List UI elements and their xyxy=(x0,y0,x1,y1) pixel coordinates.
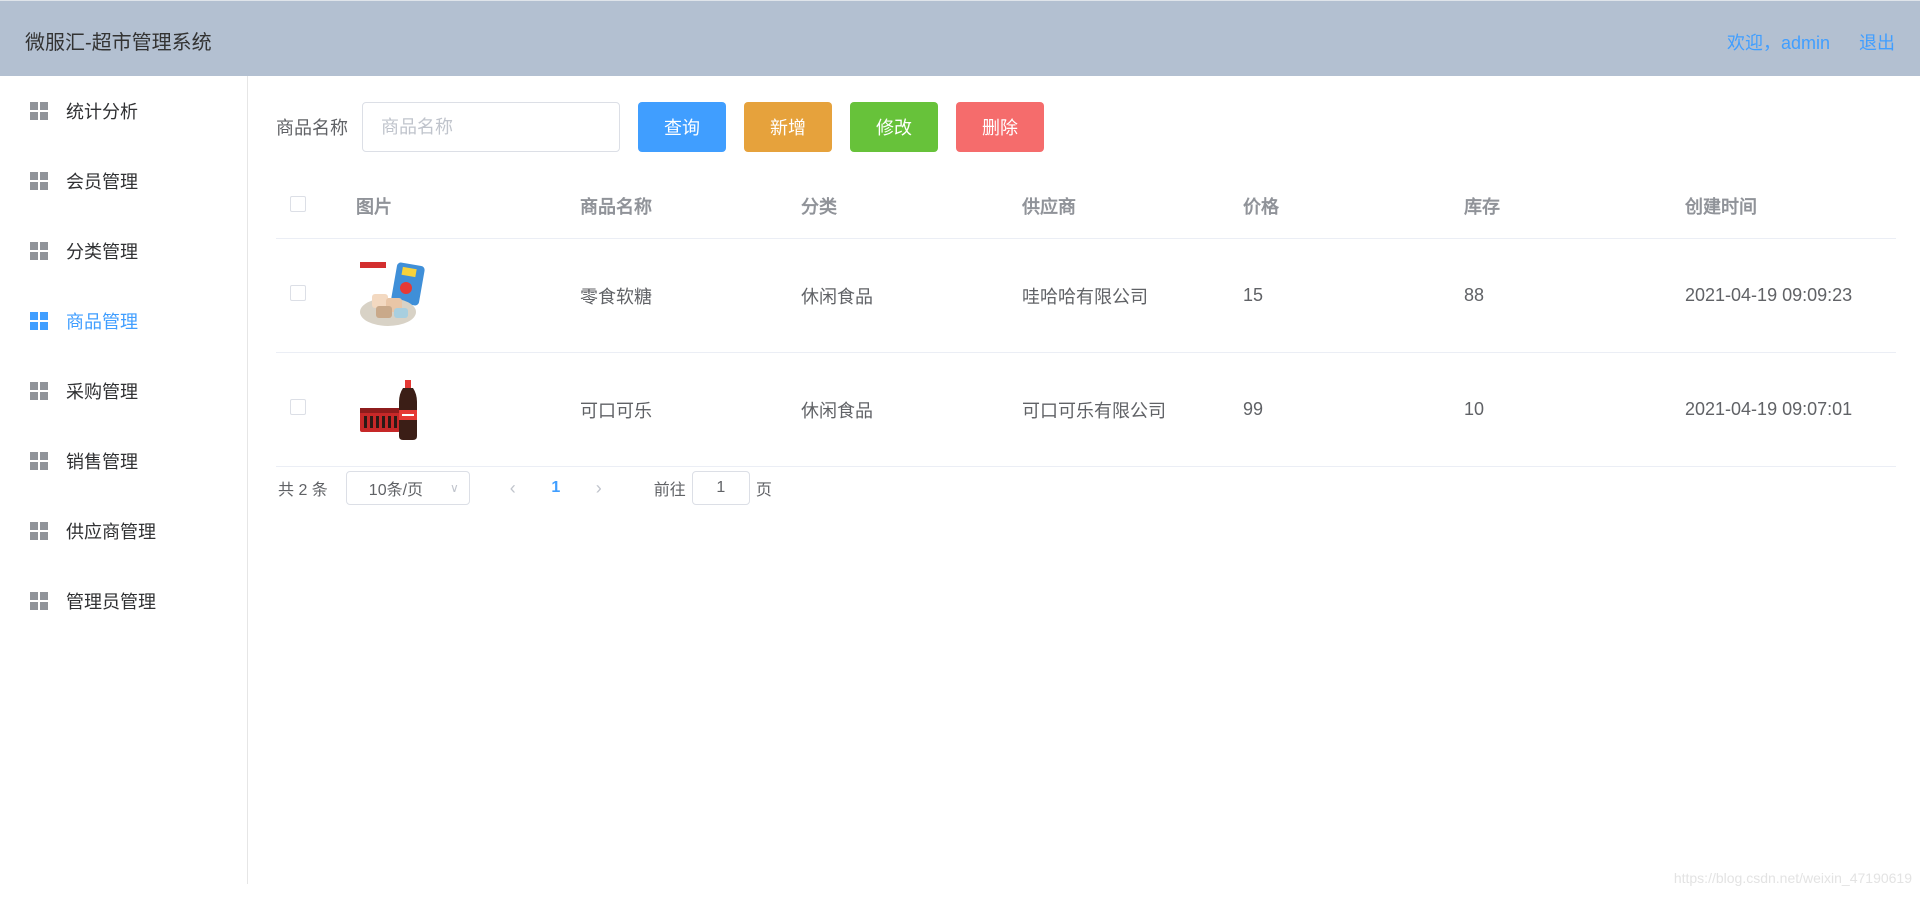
grid-icon xyxy=(30,382,48,400)
grid-icon xyxy=(30,452,48,470)
candy-product-image xyxy=(360,261,425,326)
table-row[interactable]: 可口可乐 休闲食品 可口可乐有限公司 99 10 2021-04-19 09:0… xyxy=(276,353,1896,467)
prev-page-icon[interactable]: ‹ xyxy=(494,478,532,499)
grid-icon xyxy=(30,242,48,260)
sidebar-item-label: 供应商管理 xyxy=(66,522,156,542)
sidebar-item-label: 销售管理 xyxy=(66,452,138,472)
page-size-select[interactable]: 10条/页 ∨ xyxy=(345,471,470,505)
product-created-time: 2021-04-19 09:07:01 xyxy=(1685,399,1853,419)
column-header-stock[interactable]: 库存 xyxy=(1464,193,1685,219)
row-checkbox[interactable] xyxy=(290,285,306,301)
page-number-current[interactable]: 1 xyxy=(532,479,580,497)
grid-icon xyxy=(30,592,48,610)
app-title: 微服汇-超市管理系统 xyxy=(25,32,212,54)
column-header-name[interactable]: 商品名称 xyxy=(580,193,801,219)
add-button[interactable]: 新增 xyxy=(744,102,832,152)
product-category: 休闲食品 xyxy=(801,400,873,421)
pagination: 共 2 条 10条/页 ∨ ‹ 1 › 前往 页 xyxy=(278,470,772,506)
product-table: 图片 商品名称 分类 供应商 价格 库存 创建时间 零食软糖 休闲食品 哇哈哈有… xyxy=(276,174,1896,467)
column-header-created[interactable]: 创建时间 xyxy=(1685,193,1896,219)
sidebar-item-statistics[interactable]: 统计分析 xyxy=(0,76,247,146)
sidebar-item-categories[interactable]: 分类管理 xyxy=(0,216,247,286)
welcome-text: 欢迎，admin xyxy=(1726,33,1830,53)
table-row[interactable]: 零食软糖 休闲食品 哇哈哈有限公司 15 88 2021-04-19 09:09… xyxy=(276,239,1896,353)
next-page-icon[interactable]: › xyxy=(580,478,618,499)
grid-icon xyxy=(30,312,48,330)
chevron-down-icon: ∨ xyxy=(450,481,459,495)
edit-button[interactable]: 修改 xyxy=(850,102,938,152)
sidebar-item-label: 采购管理 xyxy=(66,382,138,402)
product-name: 零食软糖 xyxy=(580,286,652,307)
sidebar-item-purchases[interactable]: 采购管理 xyxy=(0,356,247,426)
product-stock: 10 xyxy=(1464,399,1485,419)
sidebar-item-members[interactable]: 会员管理 xyxy=(0,146,247,216)
delete-button[interactable]: 删除 xyxy=(956,102,1044,152)
query-button[interactable]: 查询 xyxy=(638,102,726,152)
pagination-total: 共 2 条 xyxy=(278,482,328,499)
app-header: 微服汇-超市管理系统 欢迎，admin 退出 xyxy=(0,0,1920,76)
product-name-search-input[interactable] xyxy=(362,102,620,152)
sidebar: 统计分析 会员管理 分类管理 商品管理 采购管理 销售管理 供应商管理 管理员管… xyxy=(0,76,248,884)
sidebar-item-products[interactable]: 商品管理 xyxy=(0,286,247,356)
sidebar-item-label: 统计分析 xyxy=(66,102,138,122)
goto-prefix: 前往 xyxy=(653,482,686,499)
sidebar-item-label: 商品管理 xyxy=(66,312,138,332)
product-created-time: 2021-04-19 09:09:23 xyxy=(1685,285,1853,305)
goto-page: 前往 页 xyxy=(654,471,772,505)
product-price: 15 xyxy=(1243,285,1264,305)
select-all-cell xyxy=(276,195,356,217)
column-header-image[interactable]: 图片 xyxy=(356,193,580,219)
table-header-row: 图片 商品名称 分类 供应商 价格 库存 创建时间 xyxy=(276,174,1896,239)
row-checkbox[interactable] xyxy=(290,399,306,415)
watermark: https://blog.csdn.net/weixin_47190619 xyxy=(1673,870,1912,886)
product-category: 休闲食品 xyxy=(801,286,873,307)
sidebar-item-label: 会员管理 xyxy=(66,172,138,192)
sidebar-item-sales[interactable]: 销售管理 xyxy=(0,426,247,496)
product-supplier: 哇哈哈有限公司 xyxy=(1022,286,1148,307)
sidebar-item-suppliers[interactable]: 供应商管理 xyxy=(0,496,247,566)
main-content: 商品名称 查询 新增 修改 删除 图片 商品名称 分类 供应商 价格 库存 创建… xyxy=(248,76,1920,902)
product-image-cell xyxy=(356,374,580,446)
logout-link[interactable]: 退出 xyxy=(1859,29,1895,55)
column-header-supplier[interactable]: 供应商 xyxy=(1022,193,1243,219)
goto-suffix: 页 xyxy=(755,482,772,499)
product-image-cell xyxy=(356,260,580,332)
sidebar-item-label: 分类管理 xyxy=(66,242,138,262)
grid-icon xyxy=(30,102,48,120)
grid-icon xyxy=(30,522,48,540)
row-select-cell xyxy=(276,285,356,306)
page-size-value: 10条/页 xyxy=(368,482,424,499)
search-label: 商品名称 xyxy=(276,118,348,138)
product-price: 99 xyxy=(1243,399,1264,419)
column-header-category[interactable]: 分类 xyxy=(801,193,1022,219)
column-header-price[interactable]: 价格 xyxy=(1243,193,1464,219)
product-name: 可口可乐 xyxy=(580,400,652,421)
sidebar-item-admins[interactable]: 管理员管理 xyxy=(0,566,247,636)
goto-page-input[interactable] xyxy=(691,471,750,505)
sidebar-item-label: 管理员管理 xyxy=(66,592,156,612)
cola-product-image xyxy=(360,379,417,440)
select-all-checkbox[interactable] xyxy=(290,195,306,212)
product-supplier: 可口可乐有限公司 xyxy=(1022,400,1166,421)
row-select-cell xyxy=(276,399,356,420)
search-toolbar: 商品名称 查询 新增 修改 删除 xyxy=(276,102,1044,152)
product-stock: 88 xyxy=(1464,285,1485,305)
grid-icon xyxy=(30,172,48,190)
